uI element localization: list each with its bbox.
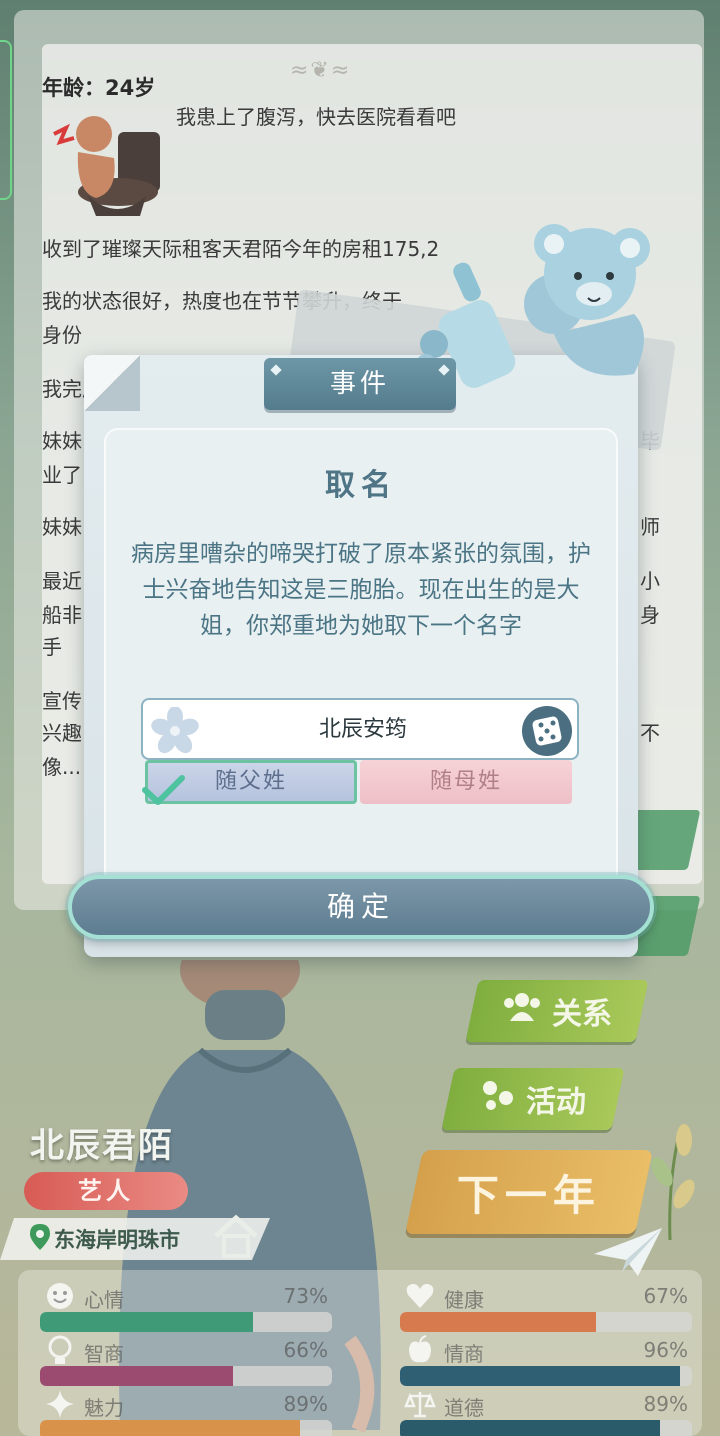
activity-label: 活动 xyxy=(526,1085,586,1120)
stat-track xyxy=(400,1366,692,1386)
smile-icon xyxy=(47,1283,73,1309)
stat-track xyxy=(400,1420,692,1436)
character-name: 北辰君陌 xyxy=(30,1126,174,1166)
event-header-tab: 事件 xyxy=(264,358,456,410)
flower-icon xyxy=(151,707,199,754)
stat-name: 健康 xyxy=(444,1288,484,1312)
relation-label: 关系 xyxy=(552,997,612,1032)
stat-name: 魅力 xyxy=(84,1396,124,1420)
stat-name: 道德 xyxy=(444,1396,484,1420)
stat-fill xyxy=(40,1366,233,1386)
stat-percent: 89% xyxy=(643,1392,688,1416)
relation-button[interactable]: 关系 xyxy=(465,980,649,1042)
paper-curl xyxy=(84,355,140,411)
surname-mother-label: 随母姓 xyxy=(429,769,502,794)
sparkle-icon xyxy=(46,1390,74,1418)
stat-percent: 96% xyxy=(643,1338,688,1362)
stat-track xyxy=(40,1420,332,1436)
location-pin-icon xyxy=(30,1224,50,1254)
stat-track xyxy=(40,1366,332,1386)
stat-iq: 智商 66% xyxy=(40,1332,332,1386)
stat-fill xyxy=(40,1312,254,1332)
bubbles-icon xyxy=(480,1078,516,1120)
dice-icon[interactable] xyxy=(521,705,573,757)
stat-fill xyxy=(400,1366,681,1386)
stat-percent: 73% xyxy=(283,1284,328,1308)
job-badge: 艺人 xyxy=(24,1172,188,1210)
stat-percent: 66% xyxy=(283,1338,328,1362)
modal-description: 病房里嘈杂的啼哭打破了原本紧张的氛围，护士兴奋地告知这是三胞胎。现在出生的是大姐… xyxy=(131,541,591,639)
stat-morality: 道德 89% xyxy=(400,1386,692,1436)
leaf-decoration-icon xyxy=(651,1124,695,1240)
people-icon xyxy=(502,991,542,1031)
stat-mood: 心情 73% xyxy=(40,1278,332,1332)
log-fragment: 小 xyxy=(640,569,660,593)
stat-charm: 魅力 89% xyxy=(40,1386,332,1436)
event-modal-content xyxy=(104,428,618,938)
heart-icon xyxy=(406,1283,434,1308)
diarrhea-icon xyxy=(53,116,160,216)
stat-percent: 89% xyxy=(283,1392,328,1416)
stat-name: 情商 xyxy=(444,1342,484,1366)
location-text: 东海岸明珠市 xyxy=(54,1228,180,1252)
stats-panel: 心情 73% 健康 67% 智商 66% 情商 96% 魅力 89% 道德 89… xyxy=(18,1270,702,1436)
log-fragment: 不 xyxy=(640,721,660,745)
stat-name: 智商 xyxy=(84,1342,124,1366)
event-header-label: 事件 xyxy=(329,369,390,399)
ornament-divider: ≈❦≈ xyxy=(290,58,352,83)
age-label: 年龄：24岁 xyxy=(42,76,156,100)
bulb-icon xyxy=(48,1335,72,1364)
home-icon[interactable] xyxy=(212,1214,260,1258)
stat-eq: 情商 96% xyxy=(400,1332,692,1386)
child-name-value: 北辰安筠 xyxy=(318,717,407,742)
confirm-button[interactable]: 确定 xyxy=(68,875,654,939)
stat-track xyxy=(40,1312,332,1332)
stat-percent: 67% xyxy=(643,1284,688,1308)
child-name-input[interactable]: 北辰安筠 xyxy=(141,698,579,760)
apple-icon xyxy=(409,1335,431,1363)
left-edge-tab xyxy=(0,40,12,200)
surname-father-label: 随父姓 xyxy=(214,769,287,794)
stat-name: 心情 xyxy=(84,1288,124,1312)
scale-icon xyxy=(404,1392,436,1418)
stat-fill xyxy=(400,1312,596,1332)
log-line: 我患上了腹泻，快去医院看看吧 xyxy=(176,105,456,129)
stat-fill xyxy=(400,1420,660,1436)
modal-title: 取名 xyxy=(325,468,397,503)
surname-mother-option[interactable]: 随母姓 xyxy=(360,760,572,804)
stat-track xyxy=(400,1312,692,1332)
confirm-label: 确定 xyxy=(326,890,395,923)
activity-button[interactable]: 活动 xyxy=(441,1068,625,1130)
checkmark-icon xyxy=(142,775,185,805)
next-year-label: 下一年 xyxy=(456,1170,601,1220)
next-year-button[interactable]: 下一年 xyxy=(405,1150,653,1234)
stat-fill xyxy=(40,1420,300,1436)
stat-health: 健康 67% xyxy=(400,1278,692,1332)
log-fragment: 身 xyxy=(640,603,660,627)
log-fragment: 师 xyxy=(640,515,660,539)
